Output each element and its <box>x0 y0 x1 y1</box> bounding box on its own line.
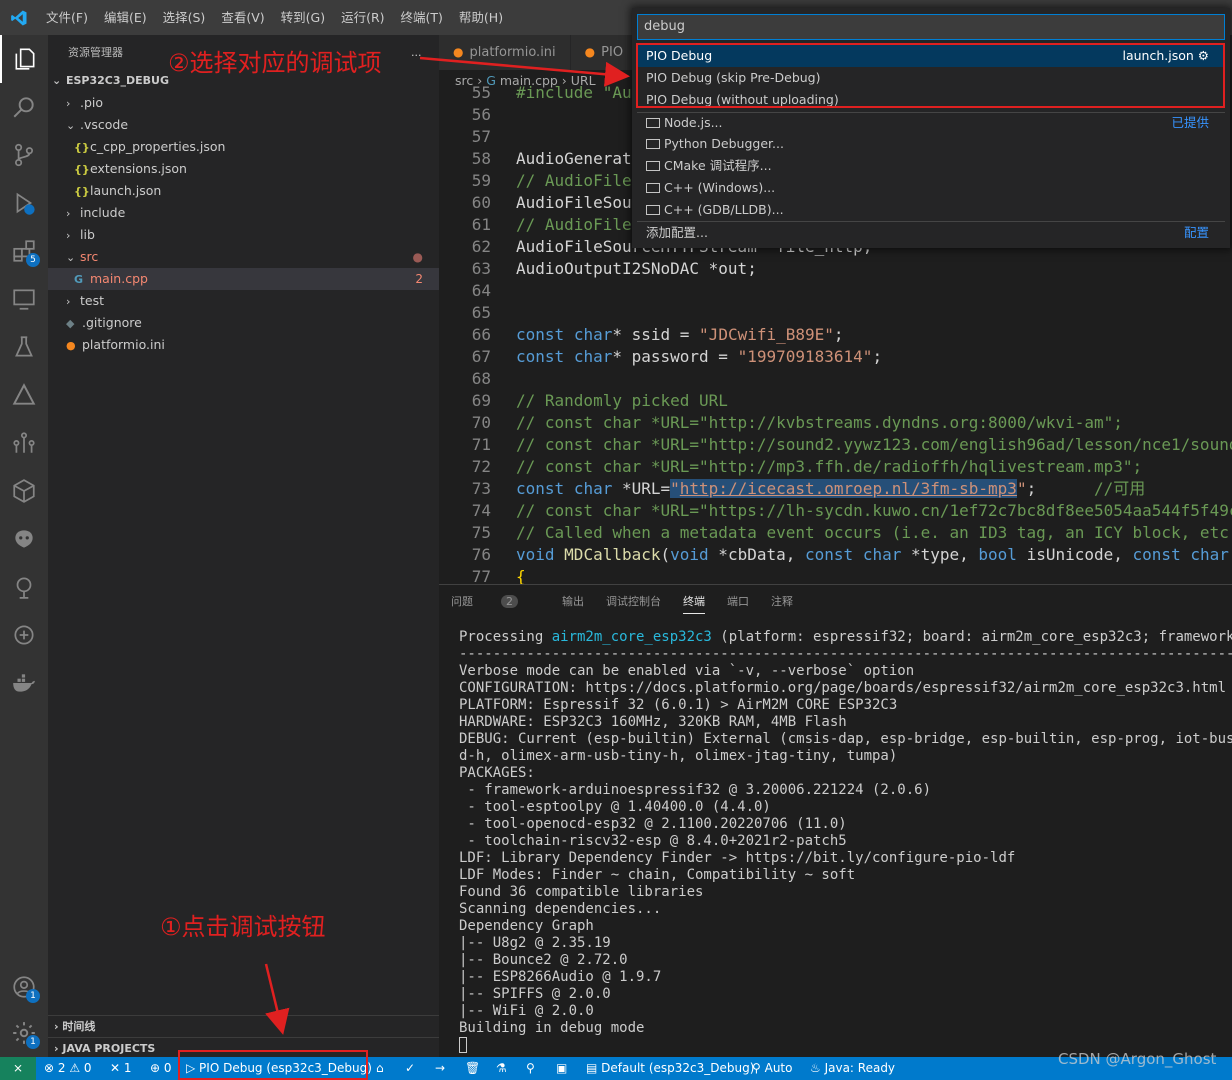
watermark: CSDN @Argon_Ghost <box>1058 1050 1217 1068</box>
arrow-to-debug-button <box>264 963 290 1035</box>
arrow-to-debug-items <box>419 56 630 87</box>
annotation-arrows <box>264 56 630 1035</box>
